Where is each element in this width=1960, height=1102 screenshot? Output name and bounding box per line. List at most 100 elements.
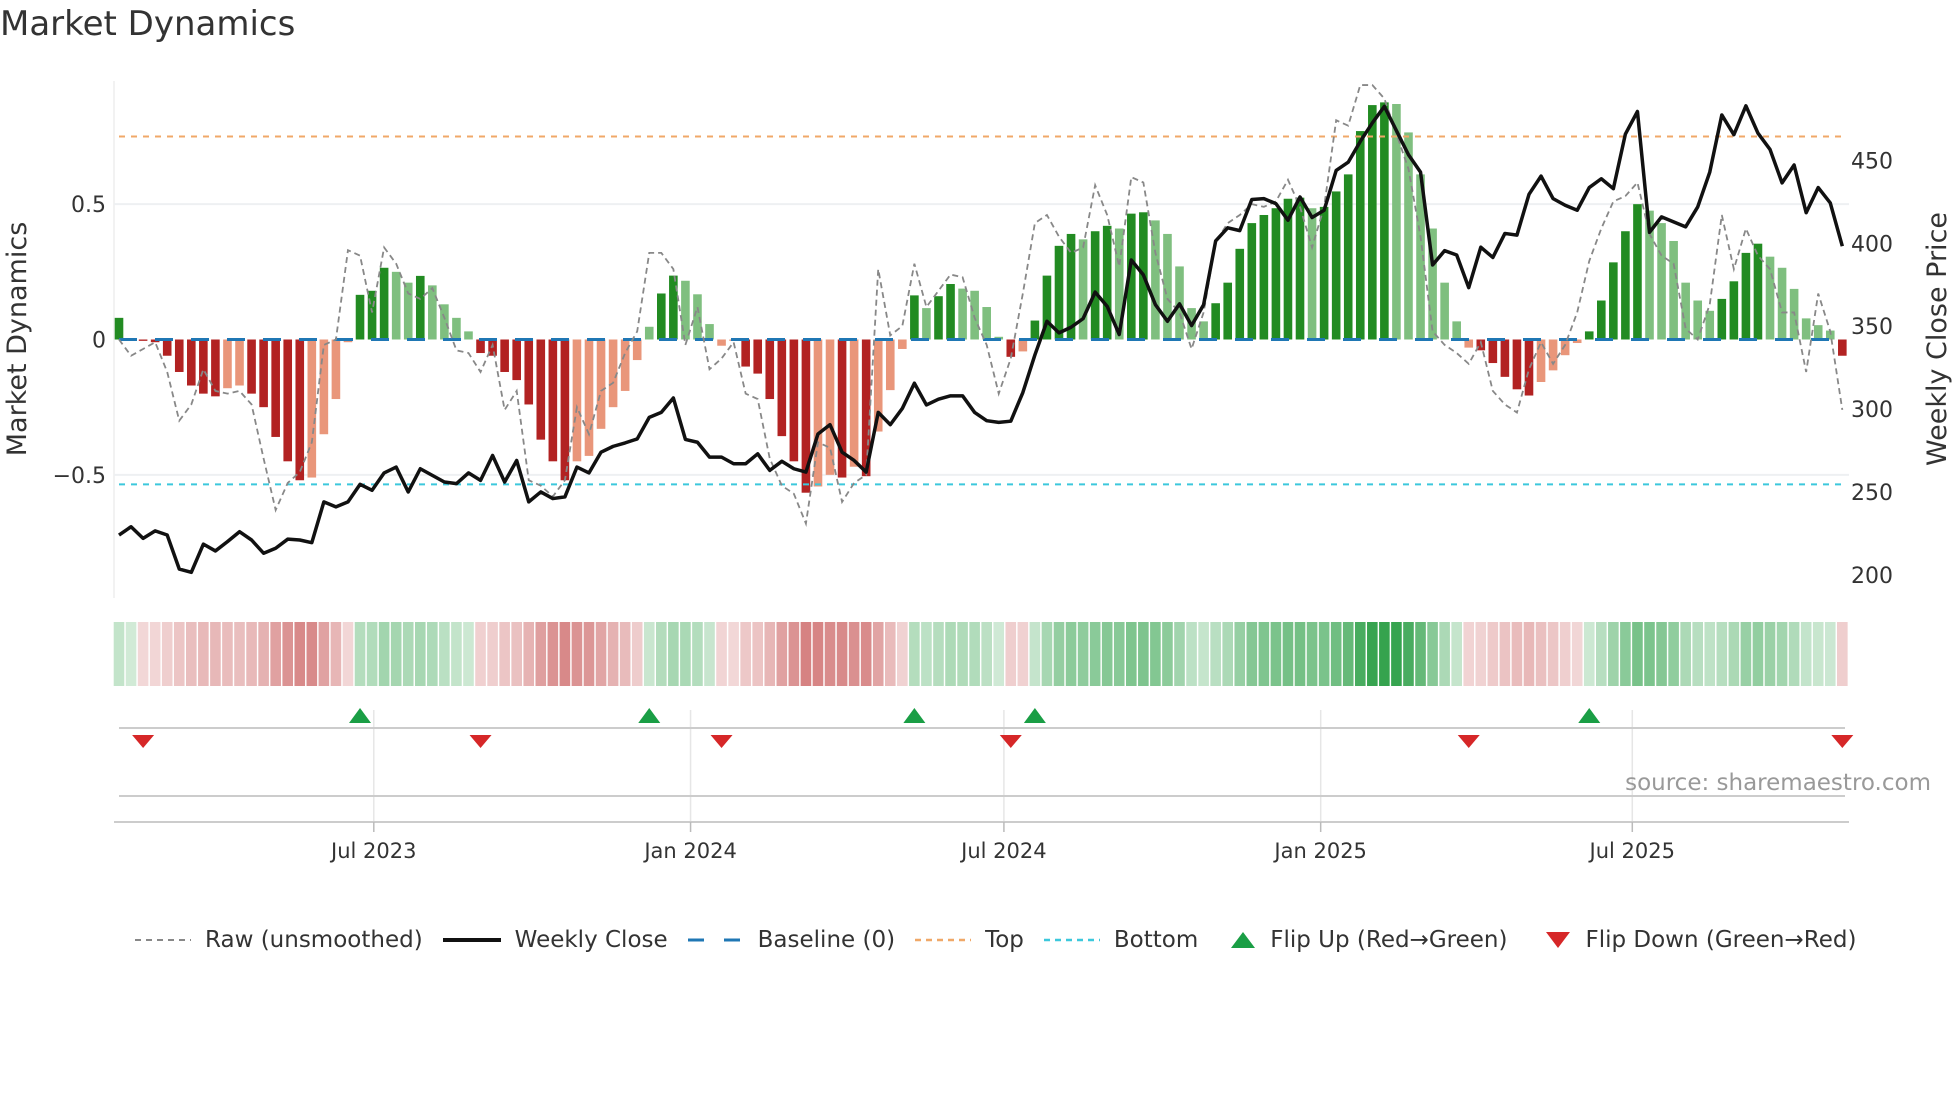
dynamics-bar bbox=[1729, 281, 1739, 340]
y-axis-label: Market Dynamics bbox=[2, 222, 33, 457]
flip-up-marker bbox=[1578, 708, 1601, 723]
solid-line-swatch-icon bbox=[442, 938, 501, 942]
heatmap-cell bbox=[1668, 622, 1679, 686]
heatmap-cell bbox=[523, 622, 535, 686]
dynamics-bar bbox=[632, 339, 642, 361]
triangle-down-icon bbox=[1546, 932, 1571, 948]
heatmap-cell bbox=[1126, 622, 1137, 686]
dynamics-bar bbox=[331, 339, 341, 400]
dynamics-bar bbox=[596, 339, 606, 429]
dynamics-bar bbox=[584, 339, 594, 456]
heatmap-cell bbox=[933, 622, 944, 686]
flip-down-marker bbox=[132, 735, 155, 748]
dynamics-bar bbox=[958, 288, 967, 340]
dynamics-bar bbox=[247, 339, 256, 394]
dynamics-bar bbox=[271, 339, 280, 437]
heatmap-cell bbox=[872, 622, 884, 686]
dynamics-bar bbox=[1368, 105, 1377, 340]
flip-down-marker bbox=[710, 735, 733, 748]
legend-flip-down-label: Flip Down (Green→Red) bbox=[1585, 927, 1857, 953]
heatmap-cell bbox=[1511, 622, 1523, 686]
heatmap-cell bbox=[1330, 622, 1342, 686]
dynamics-bar bbox=[1669, 240, 1678, 340]
heatmap-cell bbox=[571, 622, 583, 686]
heatmap-cell bbox=[752, 622, 764, 686]
heatmap-cell bbox=[330, 622, 342, 686]
dynamics-bar bbox=[1235, 248, 1245, 340]
heatmap-cell bbox=[1306, 622, 1318, 686]
heatmap-cell bbox=[1053, 622, 1065, 686]
heatmap-cell bbox=[1065, 622, 1077, 686]
heatmap-cell bbox=[1342, 622, 1354, 686]
heatmap-cell bbox=[1776, 622, 1788, 686]
dynamics-bar bbox=[1596, 300, 1606, 340]
dynamics-bars bbox=[114, 102, 1847, 493]
dynamics-bar bbox=[946, 284, 955, 340]
heatmap-cell bbox=[1005, 622, 1017, 686]
dynamics-bar bbox=[476, 339, 485, 354]
heatmap-cell bbox=[860, 622, 872, 686]
heatmap-cell bbox=[1282, 622, 1294, 686]
dynamics-bar bbox=[1211, 303, 1220, 340]
heatmap-cell bbox=[1788, 622, 1800, 686]
heatmap-cell bbox=[704, 622, 715, 686]
flip-down-marker bbox=[469, 735, 492, 748]
heatmap-cell bbox=[1391, 622, 1402, 686]
heatmap-cell bbox=[1824, 622, 1836, 686]
dynamics-bar bbox=[235, 339, 244, 386]
dynamics-bar bbox=[1609, 262, 1618, 340]
heatmap-cell bbox=[547, 622, 559, 686]
dynamics-bar bbox=[367, 290, 377, 340]
dynamics-bar bbox=[885, 339, 895, 391]
heatmap-cell bbox=[1403, 622, 1414, 686]
heatmap-cell bbox=[788, 622, 800, 686]
heatmap-cell bbox=[559, 622, 571, 686]
dynamics-bar bbox=[536, 339, 546, 440]
heatmap-cell bbox=[656, 622, 667, 686]
heatmap-cell bbox=[342, 622, 354, 686]
heatmap-cell bbox=[1041, 622, 1053, 686]
dynamics-bar bbox=[162, 339, 172, 356]
raw-series-line bbox=[118, 84, 1844, 527]
dynamics-bar bbox=[379, 267, 389, 340]
cyan-dotted-swatch-icon bbox=[1043, 938, 1100, 942]
heatmap-cell bbox=[716, 622, 727, 686]
legend: Raw (unsmoothed) Weekly Close Baseline (… bbox=[135, 922, 1876, 958]
dynamics-bar bbox=[1404, 132, 1413, 340]
dynamics-bar bbox=[138, 339, 148, 341]
legend-baseline: Baseline (0) bbox=[687, 927, 895, 953]
dynamics-bar bbox=[753, 339, 763, 374]
dynamics-bar bbox=[1355, 131, 1365, 340]
legend-raw-label: Raw (unsmoothed) bbox=[205, 927, 423, 953]
dynamics-bar bbox=[428, 285, 437, 340]
heatmap-cell bbox=[1101, 622, 1113, 686]
heatmap-cell bbox=[969, 622, 980, 686]
y-tick-label: 0.5 bbox=[71, 193, 106, 218]
dynamics-bar bbox=[307, 339, 317, 478]
dynamics-bar bbox=[777, 339, 787, 437]
source-credit: source: sharemaestro.com bbox=[1625, 770, 1931, 796]
heatmap-cell bbox=[354, 622, 366, 686]
heatmap-cell bbox=[210, 622, 221, 686]
heatmap-cell bbox=[1583, 622, 1595, 686]
heatmap-cell bbox=[680, 622, 691, 686]
heatmap-cell bbox=[884, 622, 896, 686]
heatmap-strip bbox=[113, 622, 1848, 686]
heatmap-cell bbox=[619, 622, 631, 686]
dynamics-bar bbox=[114, 317, 124, 340]
heatmap-cell bbox=[1210, 622, 1221, 686]
heatmap-cell bbox=[595, 622, 607, 686]
heatmap-cell bbox=[1379, 622, 1390, 686]
dynamics-bar bbox=[1319, 206, 1329, 340]
dynamics-bar bbox=[705, 324, 714, 340]
heatmap-cell bbox=[836, 622, 848, 686]
legend-flip-up-label: Flip Up (Red→Green) bbox=[1270, 927, 1508, 953]
heatmap-cell bbox=[981, 622, 992, 686]
x-tick-label: Jul 2023 bbox=[329, 839, 416, 863]
dynamics-bar bbox=[319, 339, 329, 435]
heatmap-cell bbox=[125, 622, 137, 686]
dynamics-bar bbox=[1343, 174, 1353, 340]
y2-tick-label: 300 bbox=[1851, 398, 1893, 423]
dynamics-bar bbox=[464, 331, 473, 340]
heatmap-cell bbox=[1270, 622, 1282, 686]
